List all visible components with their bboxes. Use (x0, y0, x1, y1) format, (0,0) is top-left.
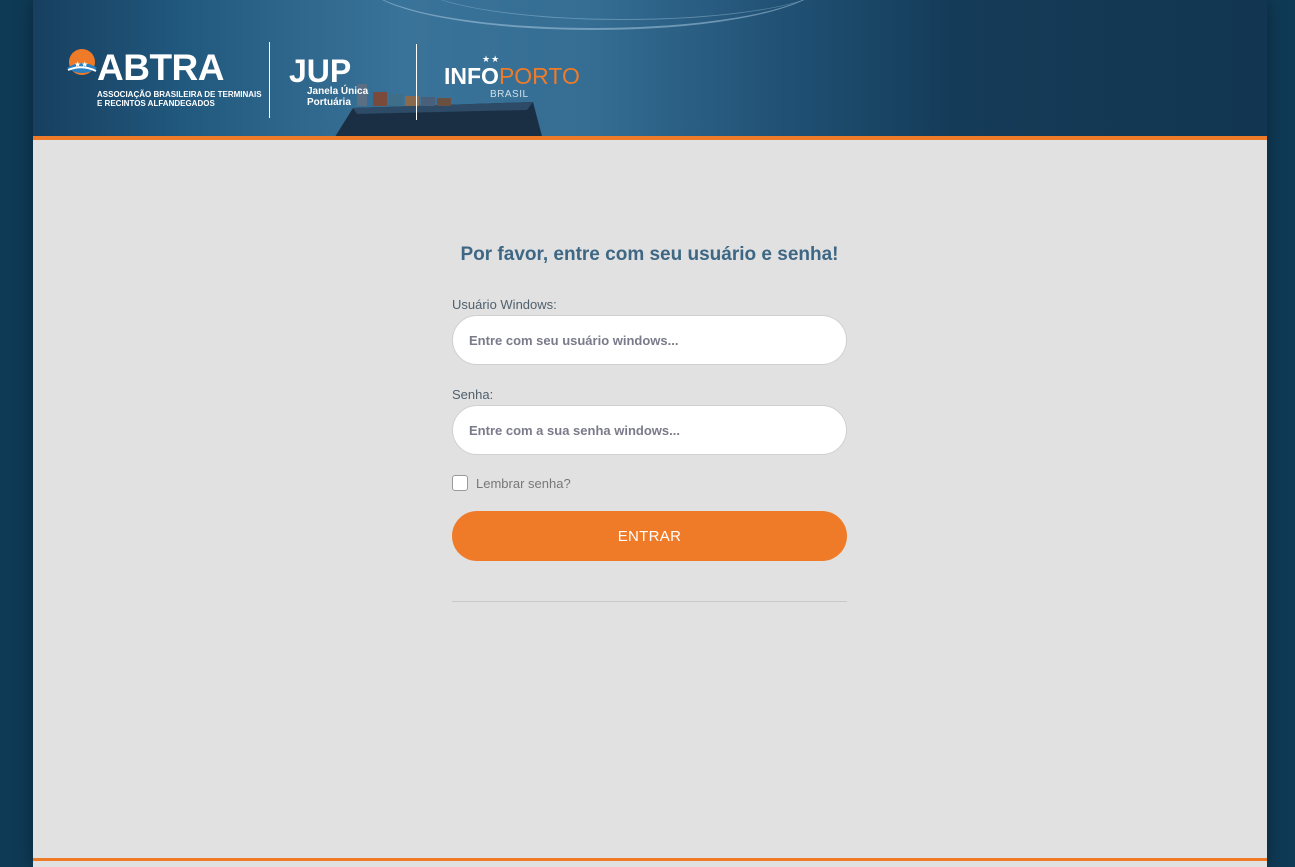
logo-divider-2 (416, 44, 417, 120)
abtra-subtitle-line1: ASSOCIAÇÃO BRASILEIRA DE TERMINAIS (97, 90, 262, 99)
abtra-logo: ★★ ABTRA ASSOCIAÇÃO BRASILEIRA DE TERMIN… (65, 48, 265, 114)
infoporto-name-part1: INFO (444, 63, 499, 89)
infoporto-logo: ★★ INFOPORTO BRASIL (444, 54, 584, 108)
password-label: Senha: (452, 387, 494, 402)
username-label: Usuário Windows: (452, 297, 557, 312)
password-input[interactable] (452, 405, 847, 455)
page-frame: ★★ ABTRA ASSOCIAÇÃO BRASILEIRA DE TERMIN… (33, 0, 1267, 867)
jup-subtitle: Janela Única Portuária (307, 86, 368, 108)
jup-logo: JUP Janela Única Portuária (289, 53, 379, 112)
infoporto-name-part2: PORTO (498, 63, 580, 89)
abtra-subtitle-line2: E RECINTOS ALFANDEGADOS (97, 99, 215, 108)
jup-subtitle-line2: Portuária (307, 97, 351, 108)
abtra-emblem-icon: ★★ (67, 49, 97, 75)
abtra-name: ABTRA (97, 47, 224, 88)
footer-accent-bar (33, 858, 1267, 861)
jup-subtitle-line1: Janela Única (307, 86, 369, 97)
abtra-subtitle: ASSOCIAÇÃO BRASILEIRA DE TERMINAIS E REC… (97, 90, 262, 108)
infoporto-subtitle: BRASIL (490, 89, 529, 100)
login-button[interactable]: ENTRAR (452, 511, 847, 561)
form-divider (452, 601, 847, 602)
username-input[interactable] (452, 315, 847, 365)
remember-password-checkbox[interactable] (452, 475, 468, 491)
infoporto-name: INFOPORTO (444, 64, 580, 88)
header-banner: ★★ ABTRA ASSOCIAÇÃO BRASILEIRA DE TERMIN… (33, 0, 1267, 140)
logo-divider-1 (269, 42, 270, 118)
svg-text:★★: ★★ (74, 60, 88, 69)
login-title: Por favor, entre com seu usuário e senha… (460, 244, 839, 265)
jup-name: JUP (289, 53, 352, 89)
remember-password-label[interactable]: Lembrar senha? (476, 476, 571, 491)
